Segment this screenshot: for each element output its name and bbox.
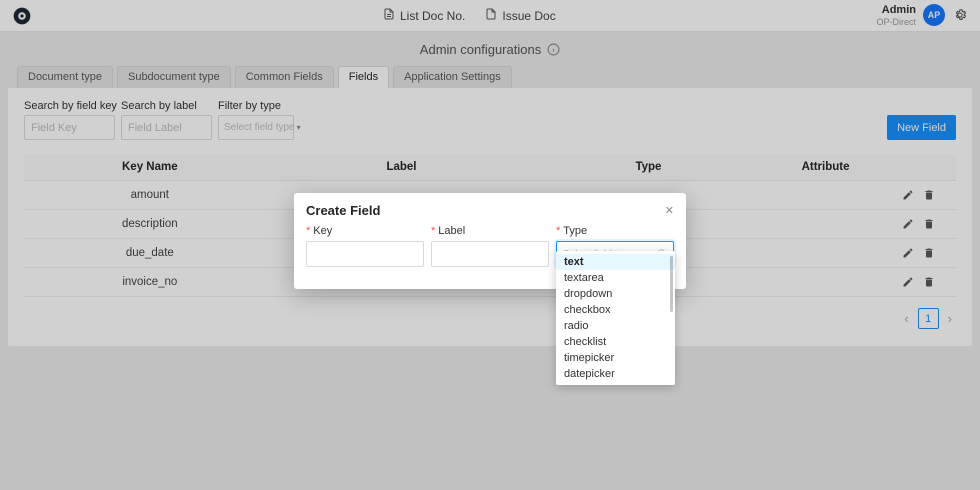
type-option-timepicker[interactable]: timepicker [556,350,675,366]
label-field-label: * Label [431,225,466,237]
dropdown-scrollbar[interactable] [670,256,673,312]
type-option-checkbox[interactable]: checkbox [556,302,675,318]
close-icon[interactable]: ✕ [665,204,674,217]
label-field-group: * Label [431,225,549,267]
modal-header: Create Field ✕ [306,203,674,218]
required-mark: * [431,225,436,237]
type-field-label: * Type [556,225,588,237]
type-option-dropdown[interactable]: dropdown [556,286,675,302]
required-mark: * [306,225,311,237]
modal-title: Create Field [306,203,381,218]
key-field-group: * Key [306,225,424,267]
required-mark: * [556,225,561,237]
type-option-textarea[interactable]: textarea [556,270,675,286]
type-option-radio[interactable]: radio [556,318,675,334]
key-field-label: * Key [306,225,333,237]
label-field-input[interactable] [431,241,549,267]
type-option-checklist[interactable]: checklist [556,334,675,350]
type-options-dropdown: text textarea dropdown checkbox radio ch… [556,251,675,385]
type-option-text[interactable]: text [556,254,675,270]
type-option-datepicker[interactable]: datepicker [556,366,675,382]
key-field-input[interactable] [306,241,424,267]
